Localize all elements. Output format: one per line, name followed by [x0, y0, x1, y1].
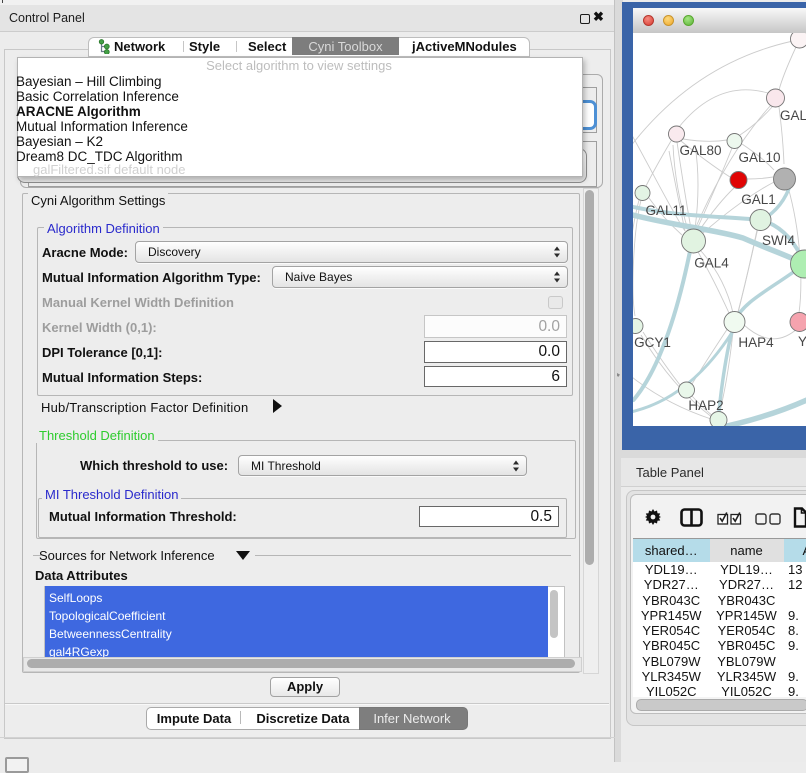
svg-text:YE: YE [798, 334, 806, 349]
svg-text:GCY1: GCY1 [634, 335, 671, 350]
svg-text:GAL7: GAL7 [780, 108, 806, 123]
svg-text:GAL80: GAL80 [679, 143, 721, 158]
svg-text:HAP2: HAP2 [688, 398, 723, 413]
svg-text:HAP4: HAP4 [738, 335, 774, 350]
svg-text:GAL10: GAL10 [738, 150, 780, 165]
svg-text:GAL4: GAL4 [694, 256, 729, 271]
svg-text:GAL11: GAL11 [645, 203, 686, 218]
svg-text:SWI4: SWI4 [762, 233, 795, 248]
svg-text:GAL1: GAL1 [741, 192, 776, 207]
